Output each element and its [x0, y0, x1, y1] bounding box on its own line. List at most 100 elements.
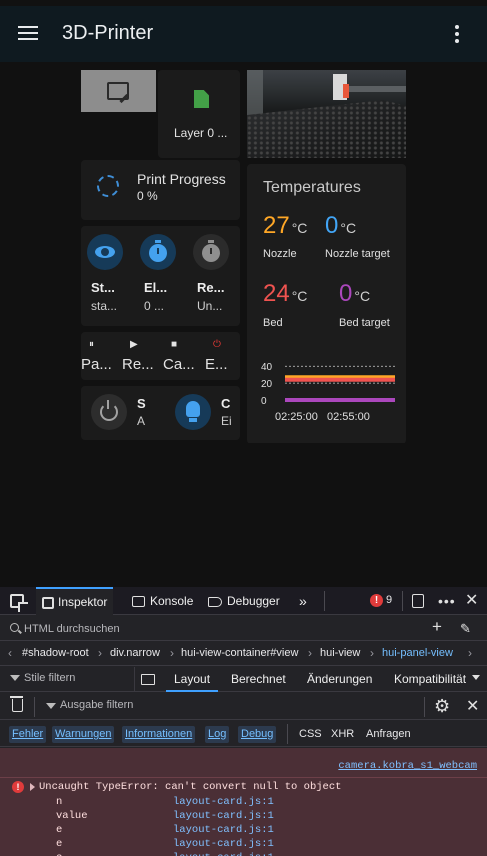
stop-icon: ■ — [171, 339, 178, 350]
switch-cards: S A C Ei — [81, 386, 240, 440]
tab-inspector[interactable]: Inspektor — [36, 587, 114, 615]
status-cards: St... sta... El... 0 ... Re... Un... — [81, 226, 240, 326]
menu-button[interactable] — [16, 22, 42, 46]
close-devtools-icon[interactable]: ✕ — [465, 590, 478, 610]
power-icon — [91, 394, 127, 430]
y-tick-label: 20 — [261, 379, 273, 390]
console-toolbar: ⚙ ✕ — [0, 693, 487, 720]
action-label: E... — [205, 356, 228, 373]
filter-log[interactable]: Log — [205, 726, 230, 743]
dashboard-area: 3D-Printer Layer 0 ... Print Progress 0 … — [0, 0, 487, 587]
state-status[interactable]: St... sta... — [81, 226, 134, 326]
filter-warnings[interactable]: Warnungen — [52, 726, 115, 743]
devtools-panel: Inspektor Konsole Debugger » ! 9 ••• ✕ +… — [0, 587, 487, 856]
dock-side-icon[interactable] — [412, 594, 424, 608]
y-tick-label: 40 — [261, 362, 273, 373]
trace-function: e — [56, 824, 63, 836]
expand-triangle-icon[interactable] — [30, 783, 35, 791]
trace-source[interactable]: layout-card.js:1 — [173, 796, 274, 808]
resume-button[interactable]: ▶ Re... — [122, 332, 162, 380]
state-elapsed[interactable]: El... 0 ... — [134, 226, 187, 326]
temperature-chart[interactable]: 0 20 40 02:25:00 02:55:00 — [257, 354, 405, 424]
html-search-input[interactable] — [24, 620, 414, 637]
filter-errors[interactable]: Fehler — [9, 726, 47, 743]
file-card[interactable]: Layer 0 ... — [158, 70, 240, 158]
filter-xhr[interactable]: XHR — [331, 726, 354, 743]
rules-toolbar: Layout Berechnet Änderungen Kompatibilit… — [0, 667, 487, 692]
breadcrumb-item[interactable]: hui-view — [320, 647, 360, 659]
tab-debugger[interactable]: Debugger — [208, 587, 280, 615]
switch-name: C — [221, 396, 231, 411]
state-value: sta... — [91, 299, 118, 313]
filter-icon — [10, 675, 20, 681]
tab-changes[interactable]: Änderungen — [307, 667, 372, 692]
trace-source[interactable]: layout-card.js:1 — [173, 810, 274, 822]
trace-source[interactable]: layout-card.js:1 — [173, 824, 274, 836]
tab-computed[interactable]: Berechnet — [231, 667, 286, 692]
eyedropper-icon[interactable]: ✎ — [460, 621, 471, 637]
breadcrumb: ‹ #shadow-root › div.narrow › hui-view-c… — [0, 642, 487, 666]
error-count[interactable]: 9 — [386, 594, 392, 606]
filter-css[interactable]: CSS — [299, 726, 322, 743]
pause-button[interactable]: ⏸ Pa... — [81, 332, 121, 380]
breadcrumb-right-icon[interactable]: › — [468, 646, 472, 660]
temperatures-title: Temperatures — [263, 179, 361, 196]
tab-console[interactable]: Konsole — [132, 587, 193, 615]
filter-debug[interactable]: Debug — [238, 726, 277, 743]
console-icon — [132, 596, 145, 608]
error-icon[interactable]: ! — [370, 594, 383, 607]
print-thumbnail — [81, 70, 156, 112]
webcam-image[interactable] — [247, 70, 406, 158]
more-tabs-chevron-icon[interactable]: » — [299, 587, 307, 615]
add-node-icon[interactable]: + — [432, 617, 442, 637]
debugger-icon — [208, 596, 222, 607]
breadcrumb-item[interactable]: #shadow-root — [22, 647, 89, 659]
sidebar-toggle-icon[interactable] — [141, 674, 155, 685]
close-icon[interactable]: ✕ — [466, 696, 479, 716]
tab-compatibility[interactable]: Kompatibilität — [394, 667, 468, 692]
cancel-button[interactable]: ■ Ca... — [163, 332, 203, 380]
breadcrumb-left-icon[interactable]: ‹ — [8, 646, 12, 660]
state-name: El... — [144, 280, 168, 295]
output-filter-input[interactable] — [60, 699, 360, 711]
image-edit-icon — [107, 82, 129, 100]
switch-value: A — [137, 414, 146, 428]
trace-function: c — [56, 852, 62, 856]
file-label: Layer 0 ... — [174, 126, 228, 140]
overflow-menu-button[interactable] — [446, 22, 468, 46]
state-value: 0 ... — [144, 299, 165, 313]
filter-info[interactable]: Informationen — [122, 726, 196, 743]
trace-source[interactable]: layout-card.js:1 — [173, 852, 274, 856]
filter-requests[interactable]: Anfragen — [366, 726, 411, 743]
source-link[interactable]: camera.kobra_s1_webcam — [338, 760, 477, 772]
tab-layout[interactable]: Layout — [166, 667, 219, 692]
emergency-icon: ⏻ — [213, 339, 221, 350]
print-progress-card[interactable]: Print Progress 0 % — [81, 160, 240, 220]
action-buttons: ⏸ Pa... ▶ Re... ■ Ca... ⏻ E... — [81, 332, 240, 380]
error-message[interactable]: Uncaught TypeError: can't convert null t… — [39, 781, 341, 793]
gear-icon[interactable]: ⚙ — [434, 697, 450, 715]
breadcrumb-item-selected[interactable]: hui-panel-view — [382, 647, 453, 659]
breadcrumb-item[interactable]: hui-view-container#view — [181, 647, 298, 659]
search-icon — [10, 623, 19, 632]
log-level-filters: Fehler Warnungen Informationen Log Debug… — [0, 721, 487, 747]
clear-console-icon[interactable] — [10, 696, 23, 712]
styles-filter-input[interactable] — [24, 672, 128, 684]
breadcrumb-item[interactable]: div.narrow — [110, 647, 160, 659]
trace-function: value — [56, 810, 88, 822]
power-switch[interactable]: S A — [81, 386, 159, 440]
error-icon: ! — [12, 781, 24, 793]
timer-icon — [140, 234, 176, 270]
element-picker-icon[interactable] — [10, 594, 28, 612]
more-options-icon[interactable]: ••• — [438, 593, 456, 609]
state-remaining[interactable]: Re... Un... — [187, 226, 240, 326]
console-output: camera.kobra_s1_webcam ! Uncaught TypeEr… — [0, 748, 487, 856]
play-icon: ▶ — [130, 339, 138, 350]
filter-icon — [46, 703, 56, 709]
switch-name: S — [137, 396, 146, 411]
bed-target-temp: 0 °C — [339, 280, 371, 307]
chevron-down-icon[interactable] — [472, 675, 480, 680]
trace-source[interactable]: layout-card.js:1 — [173, 838, 274, 850]
light-switch[interactable]: C Ei — [165, 386, 243, 440]
emergency-stop-button[interactable]: ⏻ E... — [205, 332, 240, 380]
